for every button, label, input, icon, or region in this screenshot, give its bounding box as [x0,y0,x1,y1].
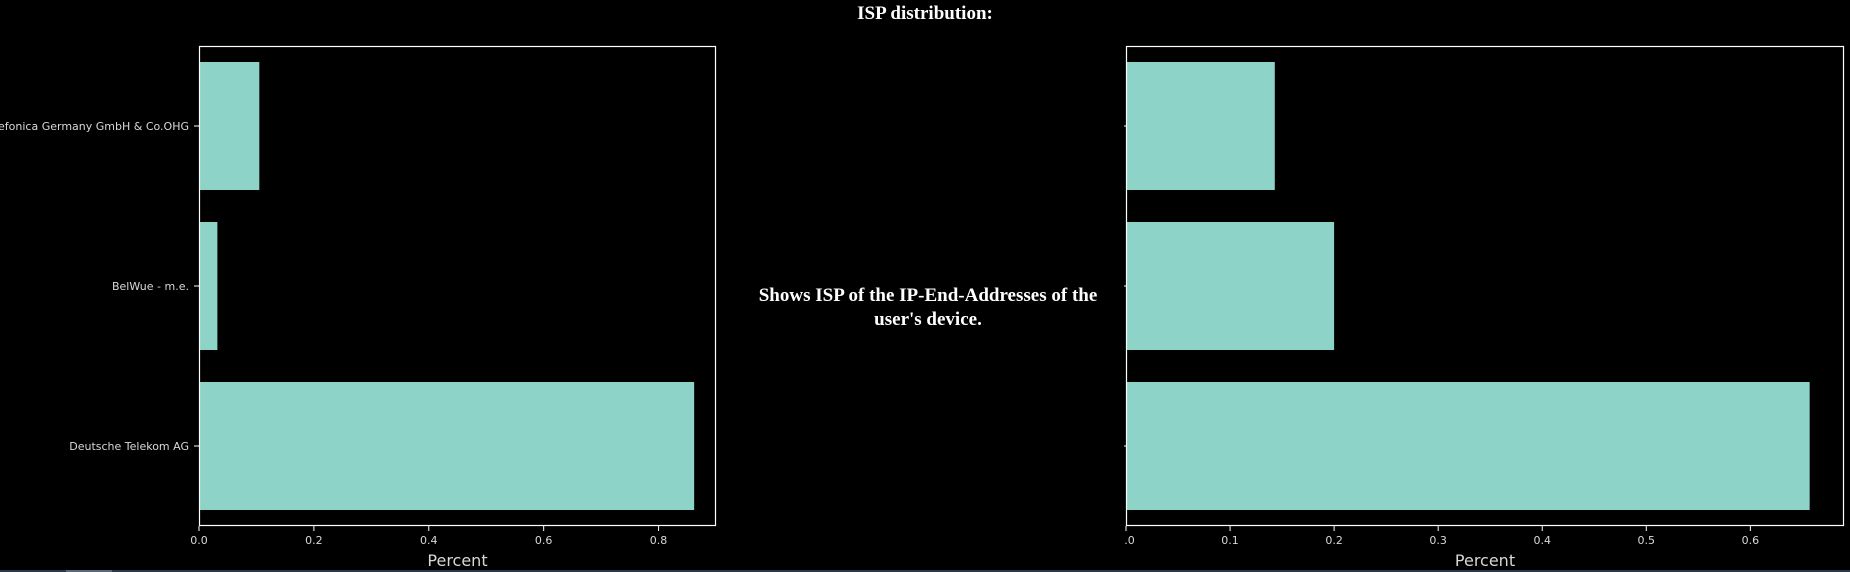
bar [1126,62,1275,190]
page: ISP distribution: Deutsche Telekom AG Bel… [0,0,1850,572]
bar [1126,222,1335,350]
x-tick-label: 0.5 [1638,534,1656,547]
bar [199,62,260,190]
y-tick-label: BelWue - m.e. [112,280,189,293]
x-axis-label: Percent [1455,551,1515,570]
x-tick-label: 0.2 [305,534,323,547]
y-tick-label: Deutsche Telekom AG [69,440,189,453]
x-tick-label: 0.1 [1221,534,1239,547]
chart-description: Shows ISP of the IP-End-Addresses of the… [758,285,1098,330]
x-tick-label: 0.2 [1325,534,1343,547]
isp-chart-left: Deutsche Telekom AG BelWue - m.e. Telefoni… [0,45,717,570]
y-tick-label: Telefonica Germany GmbH & Co.OHG [0,120,189,133]
x-tick-label: 0.4 [420,534,438,547]
x-axis-label: Percent [427,551,487,570]
x-tick-label: 0.0 [1124,534,1135,547]
bar [199,222,218,350]
x-tick-label: 0.4 [1533,534,1551,547]
isp-chart-right: Deutsche Telekom AGBelWue - m.e.Telefoni… [1124,45,1845,570]
bar [199,382,695,510]
x-tick-label: 0.6 [535,534,553,547]
x-tick-label: 0.6 [1742,534,1760,547]
bar [1126,382,1810,510]
x-tick-label: 0.8 [650,534,668,547]
x-tick-label: 0.0 [190,534,208,547]
x-tick-label: 0.3 [1429,534,1447,547]
